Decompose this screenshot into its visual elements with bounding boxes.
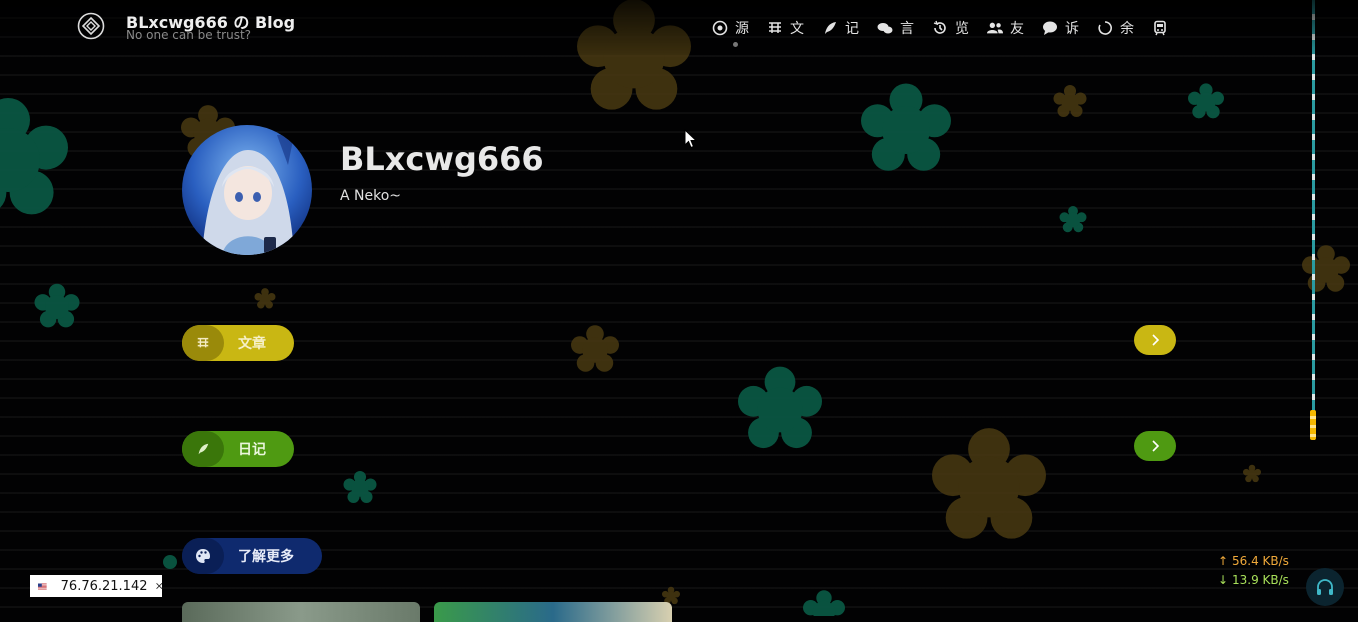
ip-address: 76.76.21.142 [60,578,148,594]
section-label: 了解更多 [238,549,294,565]
chevron-right-icon [1152,440,1160,452]
flower-decoration [803,590,845,616]
loading-circle-icon [1098,21,1112,35]
nav-item-label: 览 [955,21,969,37]
nav-active-indicator [733,42,738,47]
flower-decoration [0,98,69,215]
nav-item-label: 记 [845,21,859,37]
avatar-image [182,125,312,255]
article-icon [182,325,224,361]
nav-item-notes[interactable]: 记 [822,18,859,38]
flower-decoration [861,83,951,171]
nav-item-label: 诉 [1065,21,1079,37]
falling-flowers-decoration [0,0,1350,616]
upload-speed-value: 56.4 KB/s [1232,554,1289,568]
nav-item-says[interactable]: 言 [877,18,914,38]
close-icon[interactable] [155,580,163,592]
feather-icon [182,431,224,467]
nav-item-friends[interactable]: 友 [987,18,1024,38]
articles-more-button[interactable] [1134,325,1176,355]
comments-icon [877,23,893,34]
profile-bio: A Neko~ [340,188,402,204]
flower-decoration [1053,84,1087,117]
section-label: 日记 [238,442,266,458]
nav-item-articles[interactable]: 文 [767,18,804,38]
nav-item-label: 源 [735,21,749,37]
flower-decoration [1243,464,1261,483]
mouse-cursor-icon [684,129,698,149]
nav-item-more[interactable]: 余 [1097,18,1134,38]
nav-item-message[interactable]: 诉 [1042,18,1079,38]
flower-decoration [1059,206,1087,233]
main-nav: 源 文 记 言 览 友 诉 余 [712,17,1175,39]
headphones-icon [1317,579,1333,595]
site-logo-icon[interactable] [77,12,105,40]
ip-info-box: 76.76.21.142 [30,575,162,597]
scroll-track[interactable] [1312,0,1315,440]
history-icon [933,20,946,34]
upload-speed: ↑ 56.4 KB/s [1218,554,1289,568]
arrow-down-icon: ↓ [1218,573,1229,587]
flower-decoration [738,366,822,449]
notes-more-button[interactable] [1134,431,1176,461]
circle-dot-icon [712,20,728,36]
nav-item-travel[interactable] [1152,20,1175,36]
flower-decoration [34,283,80,328]
us-flag-icon [38,583,47,589]
train-icon [1154,20,1166,36]
section-label: 文章 [238,336,266,352]
section-more-button[interactable]: 了解更多 [182,538,322,574]
nav-item-source[interactable]: 源 [712,18,749,38]
nav-item-label: 文 [790,21,804,37]
feather-icon [825,22,836,34]
flower-decoration [1302,245,1350,292]
scroll-thumb[interactable] [1310,410,1316,440]
post-card[interactable] [434,602,672,622]
palette-icon [182,538,224,574]
avatar[interactable] [182,125,312,255]
nav-item-label: 言 [900,21,914,37]
chevron-right-icon [1152,334,1160,346]
flower-decoration [932,428,1046,539]
section-notes-button[interactable]: 日记 [182,431,294,467]
section-articles-button[interactable]: 文章 [182,325,294,361]
flower-decoration [254,288,276,309]
flower-decoration [1188,83,1224,119]
post-card[interactable] [182,602,420,622]
flower-decoration [571,325,619,372]
profile-name: BLxcwg666 [340,140,544,178]
music-player-button[interactable] [1306,568,1344,606]
article-icon [769,22,781,33]
flower-decoration [163,555,177,569]
arrow-up-icon: ↑ [1218,554,1229,568]
site-header: BLxcwg666 の Blog No one can be trust? 源 … [0,0,1358,55]
nav-item-label: 友 [1010,21,1024,37]
download-speed-value: 13.9 KB/s [1232,573,1289,587]
site-subtitle: No one can be trust? [126,28,252,42]
flower-decoration [343,470,377,503]
nav-item-label: 余 [1120,21,1134,37]
download-speed: ↓ 13.9 KB/s [1218,573,1289,587]
nav-item-timeline[interactable]: 览 [932,18,969,38]
users-icon [987,22,1003,34]
comment-icon [1043,21,1057,35]
